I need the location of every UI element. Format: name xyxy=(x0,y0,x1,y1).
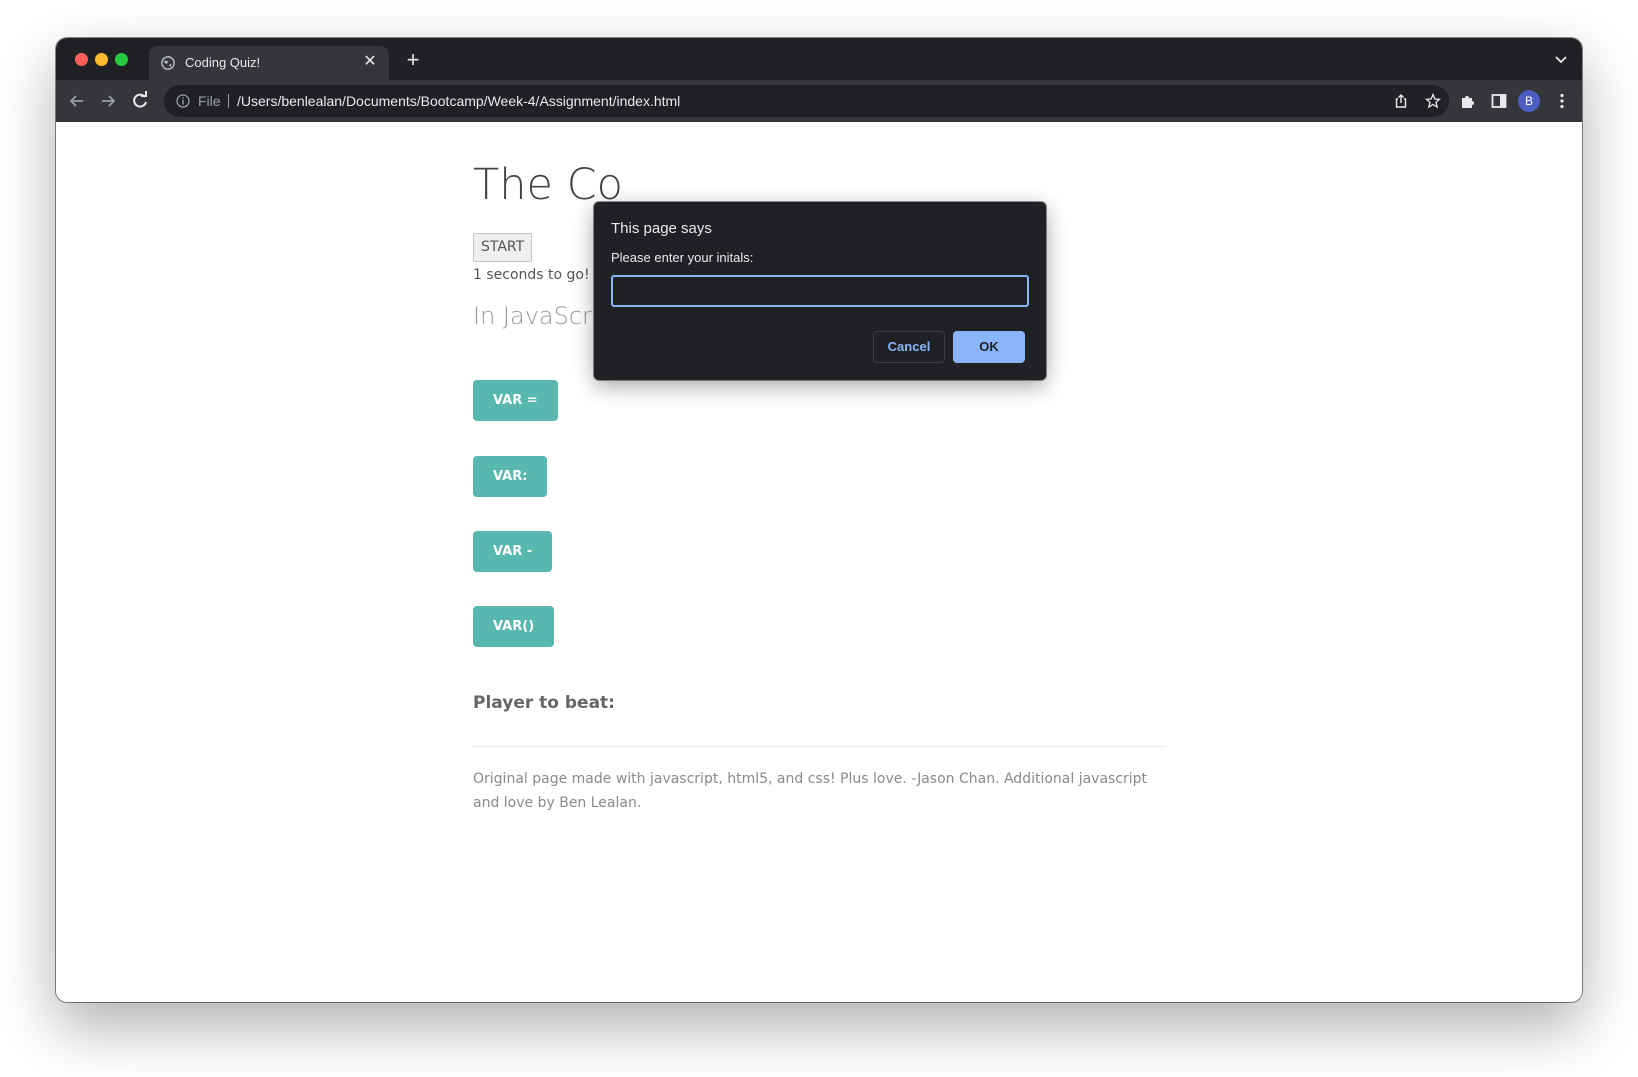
tab-strip: Coding Quiz! ✕ + xyxy=(56,38,1582,80)
side-panel-icon[interactable] xyxy=(1490,92,1508,110)
globe-icon xyxy=(161,56,175,70)
star-icon[interactable] xyxy=(1425,93,1441,109)
info-icon[interactable] xyxy=(176,94,190,108)
answer-button[interactable]: VAR = xyxy=(473,380,558,421)
player-to-beat-heading: Player to beat: xyxy=(473,693,615,713)
scheme-label: File xyxy=(198,93,221,109)
answer-button[interactable]: VAR - xyxy=(473,531,553,572)
minimize-window-button[interactable] xyxy=(95,53,108,66)
zoom-window-button[interactable] xyxy=(115,53,128,66)
close-window-button[interactable] xyxy=(75,53,88,66)
close-icon[interactable]: ✕ xyxy=(361,53,379,71)
share-icon[interactable] xyxy=(1393,93,1409,109)
arrow-left-icon[interactable] xyxy=(67,91,87,111)
browser-window: Coding Quiz! ✕ + File /Users/benlealan/D… xyxy=(56,38,1582,1002)
reload-icon[interactable] xyxy=(130,91,150,111)
chevron-down-icon[interactable] xyxy=(1554,52,1568,66)
profile-avatar[interactable]: B xyxy=(1518,90,1540,112)
tab-coding-quiz[interactable]: Coding Quiz! ✕ xyxy=(149,46,389,80)
initials-input[interactable] xyxy=(611,275,1029,307)
url-text[interactable]: /Users/benlealan/Documents/Bootcamp/Week… xyxy=(237,93,680,109)
footer-text: Original page made with javascript, html… xyxy=(473,771,1148,811)
cancel-button[interactable]: Cancel xyxy=(873,331,945,363)
page-viewport: The Co START 1 seconds to go! In JavaScr… xyxy=(56,122,1582,1002)
kebab-menu-icon[interactable] xyxy=(1553,92,1571,110)
start-button[interactable]: START xyxy=(473,233,533,262)
tab-title: Coding Quiz! xyxy=(185,55,261,70)
dialog-message: Please enter your initals: xyxy=(611,250,754,265)
arrow-right-icon[interactable] xyxy=(98,91,118,111)
plus-icon[interactable]: + xyxy=(402,49,424,71)
divider xyxy=(473,746,1166,747)
ok-button[interactable]: OK xyxy=(953,331,1025,363)
answer-button[interactable]: VAR: xyxy=(473,456,548,497)
omnibox-separator xyxy=(228,94,229,108)
dialog-title: This page says xyxy=(611,220,712,237)
timer-text: 1 seconds to go! xyxy=(473,267,590,283)
answer-button[interactable]: VAR() xyxy=(473,606,555,647)
address-bar[interactable]: File /Users/benlealan/Documents/Bootcamp… xyxy=(164,85,1449,117)
puzzle-icon[interactable] xyxy=(1459,92,1477,110)
prompt-dialog: This page says Please enter your initals… xyxy=(594,202,1046,380)
browser-toolbar: File /Users/benlealan/Documents/Bootcamp… xyxy=(56,80,1582,122)
